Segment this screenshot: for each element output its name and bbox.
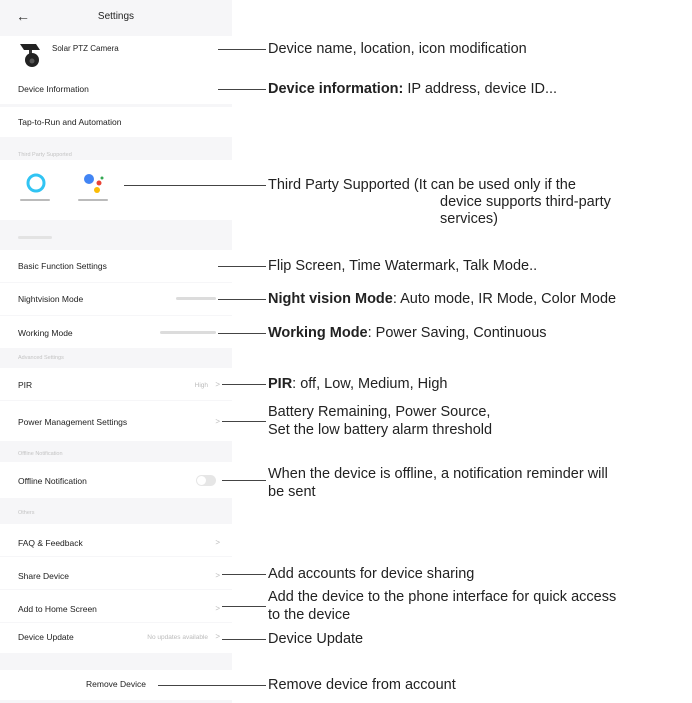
annotation-power-2: Set the low battery alarm threshold xyxy=(268,422,493,438)
annotation-working-mode-bold: Working Mode xyxy=(268,325,368,341)
device-information-row[interactable]: Device Information xyxy=(0,74,232,104)
add-home-label: Add to Home Screen xyxy=(18,604,97,614)
camera-icon xyxy=(20,44,40,67)
alexa-icon[interactable] xyxy=(25,172,47,194)
nightvision-label: Nightvision Mode xyxy=(18,294,84,304)
connector-line xyxy=(222,421,266,422)
connector-line xyxy=(218,333,266,334)
device-update-label: Device Update xyxy=(18,632,74,642)
page-title: Settings xyxy=(97,11,135,22)
annotation-share: Add accounts for device sharing xyxy=(268,566,475,582)
annotation-working-mode-rest: : Power Saving, Continuous xyxy=(367,325,547,341)
connector-line xyxy=(124,185,266,186)
connector-line xyxy=(158,685,266,686)
annotation-add-home-2: to the device xyxy=(268,607,351,623)
working-mode-value xyxy=(160,331,216,334)
header-bar: ← Settings xyxy=(0,0,232,36)
annotation-pir-rest: : off, Low, Medium, High xyxy=(292,376,448,392)
device-update-value: No updates available xyxy=(147,634,208,641)
offline-section-label: Offline Notification xyxy=(18,451,63,457)
pir-row[interactable]: PIR High > xyxy=(0,368,232,400)
power-management-row[interactable]: Power Management Settings > xyxy=(0,401,232,441)
settings-screen: ← Settings Solar PTZ Camera Device Infor… xyxy=(0,0,232,703)
connector-line xyxy=(222,639,266,640)
device-update-row[interactable]: Device Update No updates available > xyxy=(0,623,232,653)
annotation-offline-1: When the device is offline, a notificati… xyxy=(268,466,608,482)
device-information-label: Device Information xyxy=(18,84,89,94)
add-home-row[interactable]: Add to Home Screen > xyxy=(0,590,232,622)
annotation-third-party-3: services) xyxy=(440,211,499,227)
connector-line xyxy=(218,299,266,300)
faq-label: FAQ & Feedback xyxy=(18,538,83,548)
annotation-power-1: Battery Remaining, Power Source, xyxy=(268,404,491,420)
device-name: Solar PTZ Camera xyxy=(52,44,119,53)
basic-function-label: Basic Function Settings xyxy=(18,261,107,271)
annotation-pir-bold: PIR xyxy=(268,376,293,392)
basic-function-row[interactable]: Basic Function Settings xyxy=(0,250,232,282)
annotation-basic-function: Flip Screen, Time Watermark, Talk Mode.. xyxy=(268,258,538,274)
chevron-right-icon: > xyxy=(215,417,220,426)
working-mode-label: Working Mode xyxy=(18,328,73,338)
tap-to-run-row[interactable]: Tap-to-Run and Automation xyxy=(0,107,232,137)
annotation-night-vision-bold: Night vision Mode xyxy=(268,291,393,307)
google-assistant-icon[interactable] xyxy=(82,172,106,196)
annotation-third-party-2: device supports third-party xyxy=(440,194,611,210)
annotation-device-information-bold: Device information: xyxy=(268,81,404,97)
share-device-label: Share Device xyxy=(18,571,70,581)
chevron-right-icon: > xyxy=(215,604,220,613)
chevron-right-icon: > xyxy=(215,380,220,389)
working-mode-row[interactable]: Working Mode xyxy=(0,316,232,348)
annotation-device-information-rest: IP address, device ID... xyxy=(403,81,558,97)
power-management-label: Power Management Settings xyxy=(18,417,128,427)
faq-row[interactable]: FAQ & Feedback > xyxy=(0,524,232,556)
annotation-remove: Remove device from account xyxy=(268,677,456,693)
annotation-add-home-1: Add the device to the phone interface fo… xyxy=(268,589,617,605)
annotation-night-vision: Night vision Mode: Auto mode, IR Mode, C… xyxy=(268,291,616,308)
offline-notification-label: Offline Notification xyxy=(18,476,87,486)
remove-device-button[interactable]: Remove Device xyxy=(0,679,232,689)
section-label-blurred xyxy=(18,236,52,239)
connector-line xyxy=(218,49,266,50)
chevron-right-icon: > xyxy=(215,538,220,547)
connector-line xyxy=(222,480,266,481)
connector-line xyxy=(222,384,266,385)
third-party-section-label: Third Party Supported xyxy=(18,152,72,158)
annotation-night-vision-rest: : Auto mode, IR Mode, Color Mode xyxy=(392,291,617,307)
connector-line xyxy=(218,89,266,90)
chevron-right-icon: > xyxy=(215,632,220,641)
annotation-offline-2: be sent xyxy=(268,484,316,500)
offline-notification-toggle[interactable] xyxy=(196,475,216,486)
chevron-right-icon: > xyxy=(215,571,220,580)
others-section-label: Others xyxy=(18,510,35,516)
google-label xyxy=(78,199,108,201)
third-party-row xyxy=(0,160,232,220)
annotation-device-update: Device Update xyxy=(268,631,364,647)
share-device-row[interactable]: Share Device > xyxy=(0,557,232,589)
annotation-third-party-1: Third Party Supported (It can be used on… xyxy=(268,177,576,193)
alexa-label xyxy=(20,199,50,201)
nightvision-row[interactable]: Nightvision Mode xyxy=(0,283,232,315)
connector-line xyxy=(222,574,266,575)
nightvision-value xyxy=(176,297,216,300)
pir-label: PIR xyxy=(18,380,33,390)
annotation-device-information: Device information: IP address, device I… xyxy=(268,81,557,98)
device-name-row[interactable]: Solar PTZ Camera xyxy=(0,36,232,74)
pir-value: High xyxy=(194,382,208,389)
annotation-working-mode: Working Mode: Power Saving, Continuous xyxy=(268,325,547,342)
offline-notification-row: Offline Notification xyxy=(0,462,232,498)
tap-to-run-label: Tap-to-Run and Automation xyxy=(18,117,122,127)
annotation-pir: PIR: off, Low, Medium, High xyxy=(268,376,447,393)
advanced-section-label: Advanced Settings xyxy=(18,355,64,361)
annotation-device-name: Device name, location, icon modification xyxy=(268,41,527,57)
connector-line xyxy=(222,606,266,607)
connector-line xyxy=(218,266,266,267)
